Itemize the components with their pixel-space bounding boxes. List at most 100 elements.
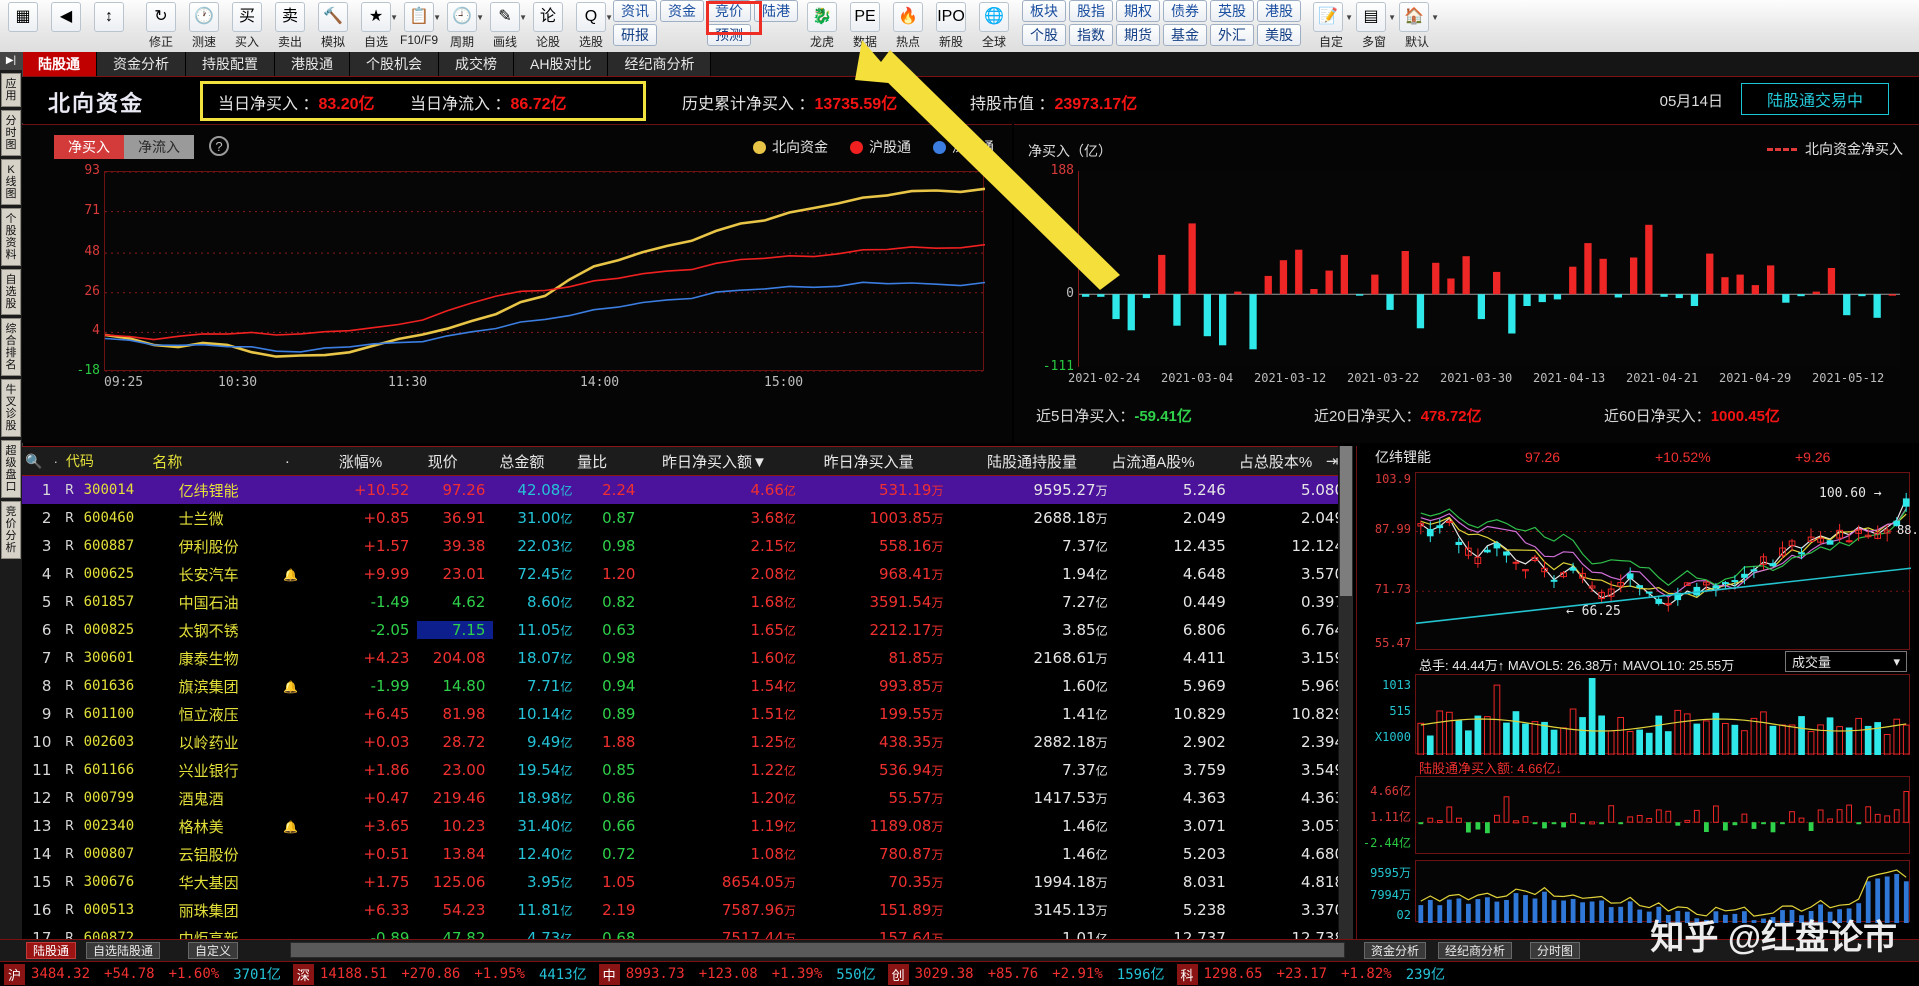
table-scrollbar-thumb[interactable] [1340, 446, 1352, 596]
toolbar-text-0-top[interactable]: 资讯 [613, 0, 657, 22]
table-row[interactable]: 7 R 300601 康泰生物 +4.23 204.08 18.07亿 0.98… [22, 644, 1352, 672]
row-code[interactable]: 000807 [80, 846, 171, 862]
toolbar-forum[interactable]: 论 论股 [527, 0, 569, 50]
chevron-down-icon[interactable]: ▼ [476, 13, 484, 22]
col-pct-float[interactable]: 占流通A股% [1085, 451, 1203, 472]
row-name[interactable]: 以岭药业 [171, 732, 305, 753]
alert-bell-icon[interactable]: 🔔 [283, 820, 298, 834]
chevron-down-icon[interactable]: ▼ [605, 13, 613, 22]
row-name[interactable]: 长安汽车 🔔 [171, 564, 305, 585]
chevron-down-icon[interactable]: ▼ [390, 13, 398, 22]
row-name[interactable]: 伊利股份 [171, 536, 305, 557]
table-row[interactable]: 15 R 300676 华大基因 +1.75 125.06 3.95亿 1.05… [22, 868, 1352, 896]
table-row[interactable]: 3 R 600887 伊利股份 +1.57 39.38 22.03亿 0.98 … [22, 532, 1352, 560]
tab-2[interactable]: 持股配置 [186, 52, 275, 76]
chevron-down-icon[interactable]: ▼ [1345, 13, 1353, 22]
toolbar-layout-自定[interactable]: 📝 自定 ▼ [1310, 0, 1353, 50]
toolbar-grid[interactable]: ▦ [2, 0, 44, 50]
col-price[interactable]: 现价 [390, 451, 466, 472]
col-name[interactable]: 名称 [152, 451, 277, 472]
row-code[interactable]: 002340 [80, 818, 171, 834]
rail-item-2[interactable]: K线图 [1, 159, 21, 205]
toolbar-market-1[interactable]: 股指 指数 [1069, 0, 1113, 50]
table-row[interactable]: 1 R 300014 亿纬锂能 +10.52 97.26 42.08亿 2.24… [22, 476, 1352, 504]
table-row[interactable]: 8 R 601636 旗滨集团 🔔 -1.99 14.80 7.71亿 0.94 … [22, 672, 1352, 700]
toolbar-speed[interactable]: 🕐 测速 [183, 0, 225, 50]
market-bottom-3[interactable]: 基金 [1163, 24, 1207, 46]
row-name[interactable]: 兴业银行 [171, 760, 305, 781]
row-code[interactable]: 601857 [80, 594, 171, 610]
toolbar-text-0-bottom[interactable]: 研报 [613, 24, 657, 46]
table-row[interactable]: 2 R 600460 士兰微 +0.85 36.91 31.00亿 0.87 3… [22, 504, 1352, 532]
toolbar-market-2[interactable]: 期权 期货 [1116, 0, 1160, 50]
bottom-scrollbar[interactable] [290, 942, 1345, 958]
toolbar-revise[interactable]: ↻ 修正 [140, 0, 182, 50]
row-name[interactable]: 云铝股份 [171, 844, 305, 865]
col-r[interactable]: · [46, 454, 66, 469]
col-net-buy-amount[interactable]: 昨日净买入额▼ [615, 451, 775, 472]
toolbar-draw[interactable]: ✎ 画线 ▼ [484, 0, 527, 50]
row-code[interactable]: 300014 [80, 482, 171, 498]
toolbar-layout-多窗[interactable]: ▤ 多窗 ▼ [1353, 0, 1396, 50]
col-dot[interactable]: · [277, 453, 305, 470]
toolbar-pick[interactable]: Q 选股 ▼ [570, 0, 613, 50]
row-code[interactable]: 601166 [80, 762, 171, 778]
market-bottom-2[interactable]: 期货 [1116, 24, 1160, 46]
row-name[interactable]: 华大基因 [171, 872, 305, 893]
row-code[interactable]: 000513 [80, 902, 171, 918]
toolbar-simulate[interactable]: 🔨 模拟 [312, 0, 354, 50]
row-code[interactable]: 600887 [80, 538, 171, 554]
row-name[interactable]: 士兰微 [171, 508, 305, 529]
col-amount[interactable]: 总金额 [466, 451, 553, 472]
market-top-2[interactable]: 期权 [1116, 0, 1160, 22]
chevron-down-icon[interactable]: ▼ [1388, 13, 1396, 22]
row-name[interactable]: 旗滨集团 🔔 [171, 676, 305, 697]
toolbar-text-0[interactable]: 资讯 研报 [613, 0, 657, 50]
chip-broker-analysis[interactable]: 经纪商分析 [1438, 942, 1513, 959]
trade-status-button[interactable]: 陆股通交易中 [1741, 83, 1889, 115]
row-name[interactable]: 格林美 🔔 [171, 816, 305, 837]
toolbar-market-5[interactable]: 港股 美股 [1257, 0, 1301, 50]
toolbar-sell[interactable]: 卖 卖出 [269, 0, 311, 50]
alert-bell-icon[interactable]: 🔔 [283, 680, 298, 694]
table-row[interactable]: 11 R 601166 兴业银行 +1.86 23.00 19.54亿 0.85… [22, 756, 1352, 784]
toolbar-globe[interactable]: 🌐 全球 [973, 0, 1015, 50]
chevron-down-icon[interactable]: ▼ [1431, 13, 1439, 22]
toolbar-market-3[interactable]: 债券 基金 [1163, 0, 1207, 50]
market-top-0[interactable]: 板块 [1022, 0, 1066, 22]
table-row[interactable]: 13 R 002340 格林美 🔔 +3.65 10.23 31.40亿 0.66… [22, 812, 1352, 840]
toolbar-pe[interactable]: PE 数据 [844, 0, 886, 50]
chip-fund-analysis[interactable]: 资金分析 [1364, 942, 1427, 959]
market-top-4[interactable]: 英股 [1210, 0, 1254, 22]
row-code[interactable]: 000625 [80, 566, 171, 582]
row-name[interactable]: 康泰生物 [171, 648, 305, 669]
tab-5[interactable]: 成交榜 [439, 52, 514, 76]
row-name[interactable]: 恒立液压 [171, 704, 305, 725]
table-scrollbar[interactable] [1338, 446, 1353, 939]
col-change-pct[interactable]: 涨幅% [305, 451, 390, 472]
table-row[interactable]: 14 R 000807 云铝股份 +0.51 13.84 12.40亿 0.72… [22, 840, 1352, 868]
table-row[interactable]: 6 R 000825 太钢不锈 -2.05 7.15 11.05亿 0.63 1… [22, 616, 1352, 644]
rail-collapse-icon[interactable]: ▶| [0, 52, 22, 70]
market-bottom-0[interactable]: 个股 [1022, 24, 1066, 46]
col-net-buy-volume[interactable]: 昨日净买入量 [775, 451, 922, 472]
row-name[interactable]: 中国石油 [171, 592, 305, 613]
row-code[interactable]: 601636 [80, 678, 171, 694]
col-pct-total[interactable]: 占总股本% [1203, 451, 1321, 472]
tab-0[interactable]: 陆股通 [22, 52, 97, 76]
toolbar-custom[interactable]: ★ 自选 ▼ [355, 0, 398, 50]
indicator-select[interactable]: 成交量 ▾ [1785, 651, 1907, 672]
toolbar-market-4[interactable]: 英股 外汇 [1210, 0, 1254, 50]
chip-intraday[interactable]: 分时图 [1530, 942, 1581, 959]
market-bottom-4[interactable]: 外汇 [1210, 24, 1254, 46]
col-code[interactable]: 代码 [66, 451, 153, 471]
market-bottom-1[interactable]: 指数 [1069, 24, 1113, 46]
chip-lugutong[interactable]: 陆股通 [26, 942, 77, 959]
row-code[interactable]: 600460 [80, 510, 171, 526]
col-holding-volume[interactable]: 陆股通持股量 [922, 451, 1085, 472]
tab-net-buy[interactable]: 净买入 [54, 135, 124, 159]
table-row[interactable]: 12 R 000799 酒鬼酒 +0.47 219.46 18.98亿 0.86… [22, 784, 1352, 812]
row-code[interactable]: 300601 [80, 650, 171, 666]
tab-7[interactable]: 经纪商分析 [608, 52, 712, 76]
rail-item-5[interactable]: 综合排名 [1, 318, 21, 376]
